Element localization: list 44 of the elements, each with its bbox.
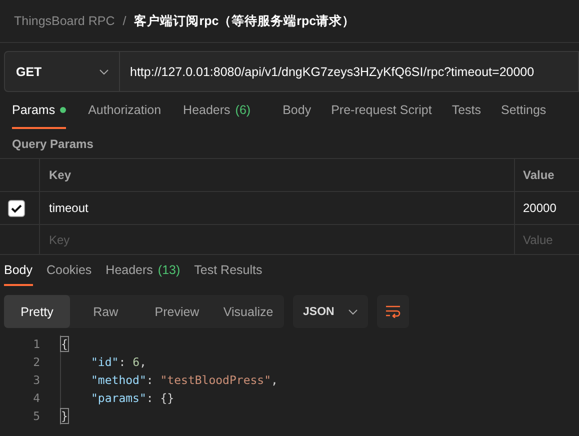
request-name: 客户端订阅rpc（等待服务端rpc请求）	[134, 12, 356, 30]
collection-name[interactable]: ThingsBoard RPC	[14, 14, 115, 28]
section-title: Query Params	[11, 136, 94, 153]
tab-count: (13)	[158, 262, 180, 276]
response-tab[interactable]: Headers (13)	[106, 255, 180, 286]
method-dropdown[interactable]: GET	[4, 51, 120, 92]
chevron-down-icon	[348, 308, 358, 314]
wrap-lines-button[interactable]	[377, 295, 409, 328]
url-field[interactable]: http://127.0.01:8080/api/v1/dngKG7zeys3HZyKfQ6SI/rpc?timeout=20000	[120, 51, 579, 92]
tab-count: (6)	[235, 102, 251, 116]
request-tab[interactable]: Settings	[501, 92, 546, 129]
view-mode-button[interactable]: Raw	[70, 295, 142, 328]
line-number: 5	[32, 409, 40, 423]
param-key[interactable]: timeout	[49, 201, 88, 215]
response-tab[interactable]: Test Results	[194, 255, 262, 286]
request-tab[interactable]: Pre-request Script	[331, 92, 432, 129]
column-header: Value	[523, 168, 554, 182]
code-line: }	[60, 407, 68, 425]
param-value[interactable]: 20000	[523, 201, 556, 215]
view-mode-button[interactable]: Pretty	[4, 295, 70, 328]
chevron-down-icon	[99, 68, 109, 74]
code-line: "id": 6,	[60, 353, 146, 371]
response-tab[interactable]: Cookies	[46, 255, 92, 286]
format-dropdown[interactable]: JSON	[293, 295, 368, 328]
check-icon	[11, 204, 22, 212]
request-tab[interactable]: Authorization	[88, 92, 162, 129]
breadcrumb-separator: /	[122, 14, 126, 28]
wrap-lines-icon	[385, 305, 401, 318]
line-number: 1	[32, 337, 40, 351]
line-number: 4	[32, 391, 40, 405]
response-tab[interactable]: Body	[4, 255, 32, 286]
view-mode-button[interactable]: Preview	[141, 295, 213, 328]
line-number: 3	[32, 373, 40, 387]
checkbox[interactable]	[8, 200, 25, 216]
column-header: Key	[49, 168, 72, 182]
line-number: 2	[32, 355, 40, 369]
code-line: "method": "testBloodPress",	[60, 371, 278, 389]
request-tab[interactable]: Headers (6)	[183, 92, 251, 129]
request-tab[interactable]: Tests	[452, 92, 481, 129]
request-tab[interactable]: Params	[12, 92, 66, 129]
request-tab[interactable]: Body	[282, 92, 312, 129]
code-line: {	[60, 335, 68, 353]
code-line: "params": {}	[60, 389, 174, 407]
view-mode-button[interactable]: Visualize	[212, 295, 284, 328]
